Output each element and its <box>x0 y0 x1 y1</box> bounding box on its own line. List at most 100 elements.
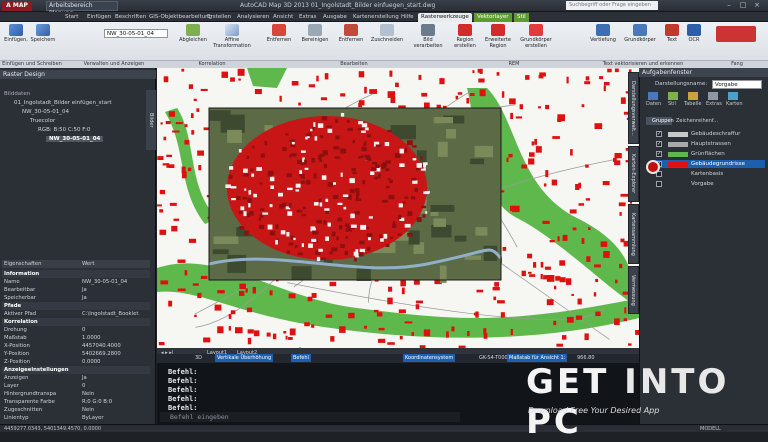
tab-ausgabe[interactable]: Ausgabe <box>320 13 350 22</box>
panel-edit[interactable]: Bearbeiten <box>260 60 448 68</box>
command-input[interactable]: Befehl eingeben <box>160 412 460 422</box>
tab-analysieren[interactable]: Analysieren <box>234 13 272 22</box>
tab-einfuegen[interactable]: Einfügen <box>84 13 114 22</box>
property-row[interactable]: SpeicherbarJa <box>2 294 150 302</box>
panel-correlation[interactable]: Korrelation <box>164 60 260 68</box>
match-button[interactable]: Abgleichen <box>178 24 208 43</box>
property-row[interactable]: LinientypByLayer <box>2 414 150 422</box>
tree-item-image[interactable]: NW_30-05-01_04 <box>22 109 69 115</box>
insert-button[interactable]: Einfügen, <box>2 24 30 43</box>
minimize-icon[interactable]: – <box>724 1 734 10</box>
property-row[interactable]: Z-Position0.0000 <box>2 358 150 366</box>
property-row[interactable]: NameNW_30-05-01_04 <box>2 278 150 286</box>
panel-snap[interactable]: Fang <box>706 60 768 68</box>
property-row[interactable]: HintergrundtranspaNein <box>2 390 150 398</box>
create-region-button[interactable]: Region erstellen <box>450 24 480 49</box>
text-button[interactable]: Text <box>662 24 682 43</box>
old-town-building <box>425 191 430 193</box>
clip-button[interactable]: Zuschneiden <box>368 24 406 43</box>
property-row[interactable]: ZugeschnittenNein <box>2 406 150 414</box>
old-town-building <box>360 225 366 230</box>
erase-button[interactable]: Entfernen <box>334 24 368 43</box>
property-row[interactable]: X-Position4457040.4000 <box>2 342 150 350</box>
layer-visibility-checkbox[interactable]: ✓ <box>656 131 662 137</box>
display-name-select[interactable]: Vorgabe <box>712 80 762 89</box>
property-row[interactable]: Transparente FarbeR:0 G:0 B:0 <box>2 398 150 406</box>
panel-rem[interactable]: REM <box>448 60 580 68</box>
app-logo[interactable]: A MAP <box>2 1 32 11</box>
panel-insert-write[interactable]: Einfügen und Schreiben <box>0 60 64 68</box>
deepening-button[interactable]: Vertiefung <box>586 24 620 43</box>
old-town-building <box>411 196 415 199</box>
table-icon[interactable] <box>688 92 698 100</box>
tab-extras[interactable]: Extras <box>296 13 319 22</box>
remove-button[interactable]: Entfernen <box>262 24 296 43</box>
tools-icon[interactable] <box>708 92 718 100</box>
building-footprint <box>203 338 210 343</box>
panel-manage-display[interactable]: Verwalten und Anzeigen <box>64 60 164 68</box>
layer-visibility-checkbox[interactable]: ✓ <box>656 141 662 147</box>
tab-hilfe[interactable]: Hilfe <box>398 13 417 22</box>
status-command[interactable]: Befehl <box>291 354 311 362</box>
data-icon[interactable] <box>648 92 658 100</box>
clean-button[interactable]: Bereinigen <box>298 24 332 43</box>
style-icon[interactable] <box>668 92 678 100</box>
affine-transformation-button[interactable]: Affine Transformation <box>212 24 252 49</box>
property-row[interactable]: Y-Position5402669.2800 <box>2 350 150 358</box>
vtab-survey[interactable]: Vermessung <box>628 266 639 314</box>
image-select[interactable]: NW_30-05-01_04 <box>104 29 168 38</box>
status-vertical-exaggeration[interactable]: Vertikale Überhöhung <box>215 354 273 362</box>
process-image-button[interactable]: Bild verarbeiten <box>412 24 444 49</box>
vtab-map-explorer[interactable]: Karten-Explorer <box>628 146 639 202</box>
primitive-button[interactable]: Grundkörper <box>622 24 658 43</box>
layer-style-swatch <box>668 142 688 147</box>
maps-icon[interactable] <box>728 92 738 100</box>
panel-vectorize[interactable]: Text vektorisieren und erkennen <box>580 60 706 68</box>
create-primitive-button[interactable]: Grundkörper erstellen <box>516 24 556 49</box>
close-icon[interactable]: × <box>752 1 762 10</box>
map-canvas[interactable] <box>157 68 639 348</box>
map-drawing[interactable] <box>157 68 639 348</box>
tab-ansicht[interactable]: Ansicht <box>270 13 296 22</box>
tree-item-drawing[interactable]: 01_Ingolstadt_Bilder einfügen_start <box>14 100 112 106</box>
status-coordinate-system[interactable]: Koordinatensystem <box>403 354 455 362</box>
layer-visibility-checkbox[interactable] <box>656 181 662 187</box>
property-row[interactable]: BearbeitbarJa <box>2 286 150 294</box>
subtab-groups[interactable]: Gruppen <box>646 117 672 125</box>
ocr-button[interactable]: OCR <box>684 24 704 43</box>
vtab-display-manager[interactable]: Darstellungsverwalt... <box>628 72 639 144</box>
subtab-draw-order[interactable]: Zeichenreihenf... <box>676 117 724 125</box>
status-3d[interactable]: 3D <box>193 354 204 362</box>
status-cs-code[interactable]: GK-S4-T000 <box>477 354 510 362</box>
tab-erstellen[interactable]: Erstellen <box>204 13 234 22</box>
side-tab-bilder[interactable]: Bilder <box>146 90 156 150</box>
tab-kartenerstellung[interactable]: Kartenerstellung <box>350 13 402 22</box>
property-row[interactable]: Aktiver PfadC:\Ingolstadt_Booklet <box>2 310 150 318</box>
help-search-input[interactable]: Suchbegriff oder Frage eingeben <box>566 1 658 10</box>
layer-visibility-checkbox[interactable]: ✓ <box>656 151 662 157</box>
old-town-building <box>365 157 371 161</box>
tab-rasterwerkzeuge[interactable]: Rasterwerkzeuge <box>418 13 472 22</box>
tab-start[interactable]: Start <box>62 13 81 22</box>
tab-stil[interactable]: Stil <box>514 13 529 22</box>
vtab-map-collection[interactable]: Kartensammlung <box>628 204 639 264</box>
tab-vektorlayer[interactable]: Vektorlayer <box>474 13 512 22</box>
layer-row[interactable]: Kartenbasis <box>655 170 765 178</box>
property-row[interactable]: Layer0 <box>2 382 150 390</box>
maximize-icon[interactable]: □ <box>738 1 748 10</box>
layer-row[interactable]: Vorgabe <box>655 180 765 188</box>
old-town-building <box>289 203 292 208</box>
tree-item-rgb[interactable]: RGB: B:50 C:50 F:0 <box>38 127 90 133</box>
workspace-select[interactable]: Arbeitsbereich Planung... <box>46 1 118 11</box>
building-footprint <box>470 93 475 96</box>
property-row[interactable]: Maßstab1.0000 <box>2 334 150 342</box>
property-row[interactable]: Drehung0 <box>2 326 150 334</box>
property-row[interactable]: AnzeigenJa <box>2 374 150 382</box>
save-button[interactable]: Speichern <box>30 24 56 43</box>
extended-region-button[interactable]: Erweiterte Region <box>482 24 514 49</box>
snap-toolset[interactable] <box>708 26 764 43</box>
tab-beschriften[interactable]: Beschriften <box>112 13 149 22</box>
tree-item-selected-image[interactable]: NW_30-05-01_04 <box>46 136 103 142</box>
tree-item-truecolor[interactable]: Truecolor <box>30 118 55 124</box>
old-town-building <box>319 199 322 203</box>
